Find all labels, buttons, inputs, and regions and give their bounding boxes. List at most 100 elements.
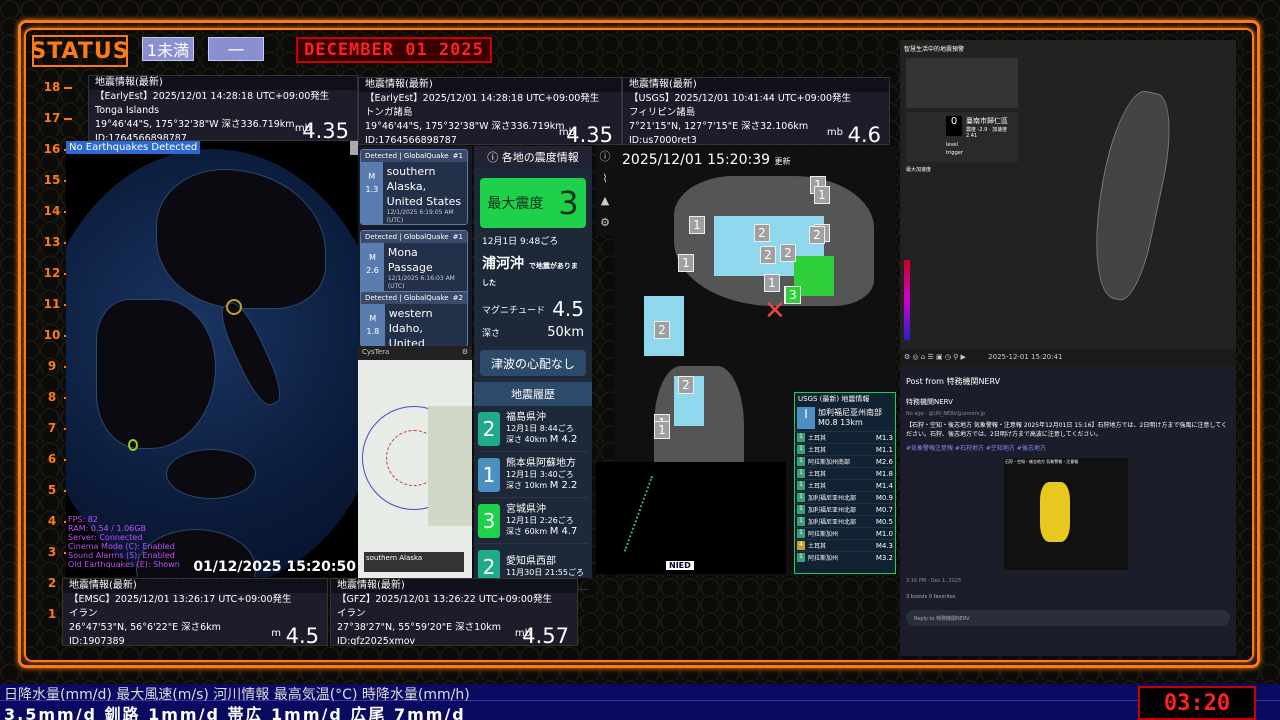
history-depth: 深さ 10km (506, 481, 548, 490)
quake-place: 浦河沖 で地震がありました (474, 253, 592, 289)
usgs-row[interactable]: 1 加利福尼亚州北部 M0.5 (795, 515, 895, 527)
usgs-row[interactable]: 4 土耳其 M4.3 (795, 539, 895, 551)
history-depth: 深さ 60km (506, 527, 548, 536)
card-place: Tonga Islands (95, 105, 160, 116)
land-shape (428, 406, 472, 526)
taiwan-panel[interactable]: 智慧生活中的地震預警 0 臺南市歸仁區 震度 -2.9 · 加速度 2.41 l… (900, 40, 1236, 366)
quake-marker (226, 299, 242, 315)
ruler-label: 2 (47, 576, 57, 590)
usgs-row-place: 土耳其 (808, 483, 827, 490)
card-id: ID:1907389 (69, 636, 125, 646)
usgs-row[interactable]: 1 土耳其 M1.1 (795, 443, 895, 455)
usgs-row-place: 阿拉斯加州 (808, 531, 839, 538)
gq-place1: Mona Passage (387, 246, 433, 274)
tw-timestamp: 2025-12-01 15:20:41 (988, 353, 1063, 361)
usgs-row[interactable]: 1 土耳其 M1.3 (795, 431, 895, 443)
gear-icon[interactable]: ⚙ (596, 212, 614, 234)
nerv-panel[interactable]: Post from 特務機関NERV 特務機関NERV No ago · @UN… (900, 366, 1236, 656)
ruler-label: 11 (43, 297, 61, 311)
eq-card[interactable]: 地震情報(最新) 【EMSC】2025/12/01 13:26:17 UTC+0… (62, 578, 328, 646)
history-item[interactable]: 2 福島県沖 12月1日 8:44ごろ 深さ 40km M 4.2 (478, 406, 588, 452)
wave-icon[interactable]: ⌇ (596, 168, 614, 190)
tw-footer-label: 最大加速度 (906, 167, 932, 173)
history-item[interactable]: 3 宮城県沖 12月1日 2:26ごろ 深さ 60km M 4.7 (478, 498, 588, 544)
history-mag: M 2.2 (549, 480, 578, 491)
usgs-row[interactable]: 1 加利福尼亚州北部 M0.7 (795, 503, 895, 515)
history-time: 11月30日 21:55ごろ (506, 567, 584, 577)
tsunami-status: 津波の心配なし (480, 350, 586, 376)
nied-map[interactable]: NIED (596, 462, 786, 574)
tw-title: 智慧生活中的地震預警 (904, 46, 965, 53)
eq-card[interactable]: 地震情報(最新) 【GFZ】2025/12/01 13:26:22 UTC+09… (330, 578, 578, 646)
usgs-details: 加利福尼亚州南部 M0.8 13km (818, 407, 882, 429)
usgs-row-mag: M2.6 (875, 457, 893, 466)
usgs-row[interactable]: 1 加利福尼亚州北部 M0.9 (795, 491, 895, 503)
asia-landmass (156, 169, 326, 309)
cystera-caption: southern Alaska (364, 552, 464, 572)
card-header: 地震情報(最新) (359, 78, 621, 92)
mag-row: マグニチュード 4.5 (474, 289, 592, 321)
globe-panel[interactable]: No Earthquakes Detected FPS: 82 RAM: 0.54… (66, 141, 358, 577)
settings-icon[interactable]: ⚙ (462, 348, 468, 358)
usgs-list: 1 土耳其 M1.3 1 土耳其 M1.1 1 阿拉斯加州南部 M2.6 1 土耳其 M1.8 1 土耳其… (795, 431, 895, 563)
intensity-tag: 3 (785, 286, 801, 304)
history-list: 2 福島県沖 12月1日 8:44ごろ 深さ 40km M 4.2 1 熊本県阿蘇地方 12… (474, 406, 592, 590)
scroll-handle[interactable] (350, 141, 358, 155)
intensity-tag: 1 (678, 254, 694, 272)
intensity-tag: 1 (654, 421, 670, 439)
warning-icon[interactable]: ▲ (596, 190, 614, 212)
status-line: Server: Connected (68, 533, 143, 542)
usgs-row[interactable]: 1 阿拉斯加州南部 M2.6 (795, 455, 895, 467)
magnitude: 4.35 (302, 119, 349, 141)
nerv-time: 3:16 PM · Dec 1, 2025 (906, 578, 962, 584)
gq-card-header: Detected | GlobalQuake #2 (361, 292, 467, 304)
history-item[interactable]: 1 熊本県阿蘇地方 12月1日 3:40ごろ 深さ 10km M 2.2 (478, 452, 588, 498)
usgs-row-place: 土耳其 (808, 447, 827, 454)
usgs-row-mag: M0.9 (875, 493, 893, 502)
card-source: 【EMSC】2025/12/01 13:26:17 UTC+09:00発生 (69, 594, 292, 605)
reply-input[interactable]: Reply to 特務機関NERV (906, 610, 1230, 626)
gq-m-label: M (368, 172, 376, 181)
history-time: 12月1日 2:26ごろ (506, 516, 574, 525)
usgs-row[interactable]: 1 土耳其 M1.8 (795, 467, 895, 479)
intensity-tag: 1 (764, 274, 780, 292)
ruler-label: 15 (43, 173, 61, 187)
tw-value: 0 (946, 116, 962, 136)
max-intensity-box: 最大震度 3 (480, 178, 586, 228)
usgs-row[interactable]: 1 阿拉斯加州 M3.2 (795, 551, 895, 563)
usgs-row[interactable]: 1 阿拉斯加州 M1.0 (795, 527, 895, 539)
globalquake-card[interactable]: Detected | GlobalQuake #2 M 1.8 western Idah… (360, 291, 468, 347)
weather-ticker: 日降水量(mm/d) 最大風速(m/s) 河川情報 最高気温(°C) 時降水量(… (0, 684, 1280, 720)
history-details: 熊本県阿蘇地方 12月1日 3:40ごろ 深さ 10km M 2.2 (506, 458, 588, 491)
globalquake-card[interactable]: Detected | GlobalQuake #1 M 1.3 southern Ala… (360, 149, 468, 225)
history-title: 地震履歴 (474, 382, 592, 406)
globe-map (66, 149, 358, 577)
tw-toolbar-icons[interactable]: ⚙ ◎ ⌂ ☰ ▣ ◷ ⚲ ▶ (904, 353, 966, 361)
usgs-row-int: 4 (797, 541, 805, 550)
magnitude: 4.5 (285, 624, 319, 646)
cystera-panel[interactable]: CysTera ⚙ southern Alaska (358, 346, 472, 578)
card-place: フィリピン諸島 (629, 107, 696, 118)
card-coords: 7°21'15"N, 127°7'15"E 深さ32.106km (629, 121, 809, 132)
eq-card[interactable]: 地震情報(最新) 【EarlyEst】2025/12/01 14:28:18 U… (88, 75, 358, 141)
usgs-row-int: 1 (797, 481, 805, 490)
side-toolbar: ⓘ ⌇ ▲ ⚙ (596, 146, 614, 236)
china-landmass (96, 299, 216, 449)
no-eq-badge: No Earthquakes Detected (66, 141, 201, 154)
usgs-row[interactable]: 1 土耳其 M1.4 (795, 479, 895, 491)
eq-card[interactable]: 地震情報(最新) 【EarlyEst】2025/12/01 14:28:18 U… (358, 77, 622, 145)
usgs-row-mag: M1.0 (875, 529, 893, 538)
ruler-label: 7 (47, 421, 57, 435)
history-place: 熊本県阿蘇地方 (506, 458, 576, 469)
history-place: 福島県沖 (506, 412, 546, 423)
info-icon[interactable]: ⓘ (596, 146, 614, 168)
usgs-row-int: 1 (797, 529, 805, 538)
eq-card[interactable]: 地震情報(最新) 【USGS】2025/12/01 10:41:44 UTC+0… (622, 77, 890, 145)
usgs-row-place: 加利福尼亚州北部 (808, 519, 857, 526)
nerv-tags[interactable]: #気象警報注意報 #石狩地方 #空知地方 #後志地方 (900, 443, 1236, 452)
update-label: 更新 (774, 157, 791, 166)
gq-num: #1 (452, 233, 463, 241)
clock-display: 03:20 (1138, 686, 1256, 720)
ruler-label: 16 (43, 142, 61, 156)
usgs-panel[interactable]: USGS (最新) 地震情報 I 加利福尼亚州南部 M0.8 13km 1 土耳其 M… (794, 392, 896, 574)
